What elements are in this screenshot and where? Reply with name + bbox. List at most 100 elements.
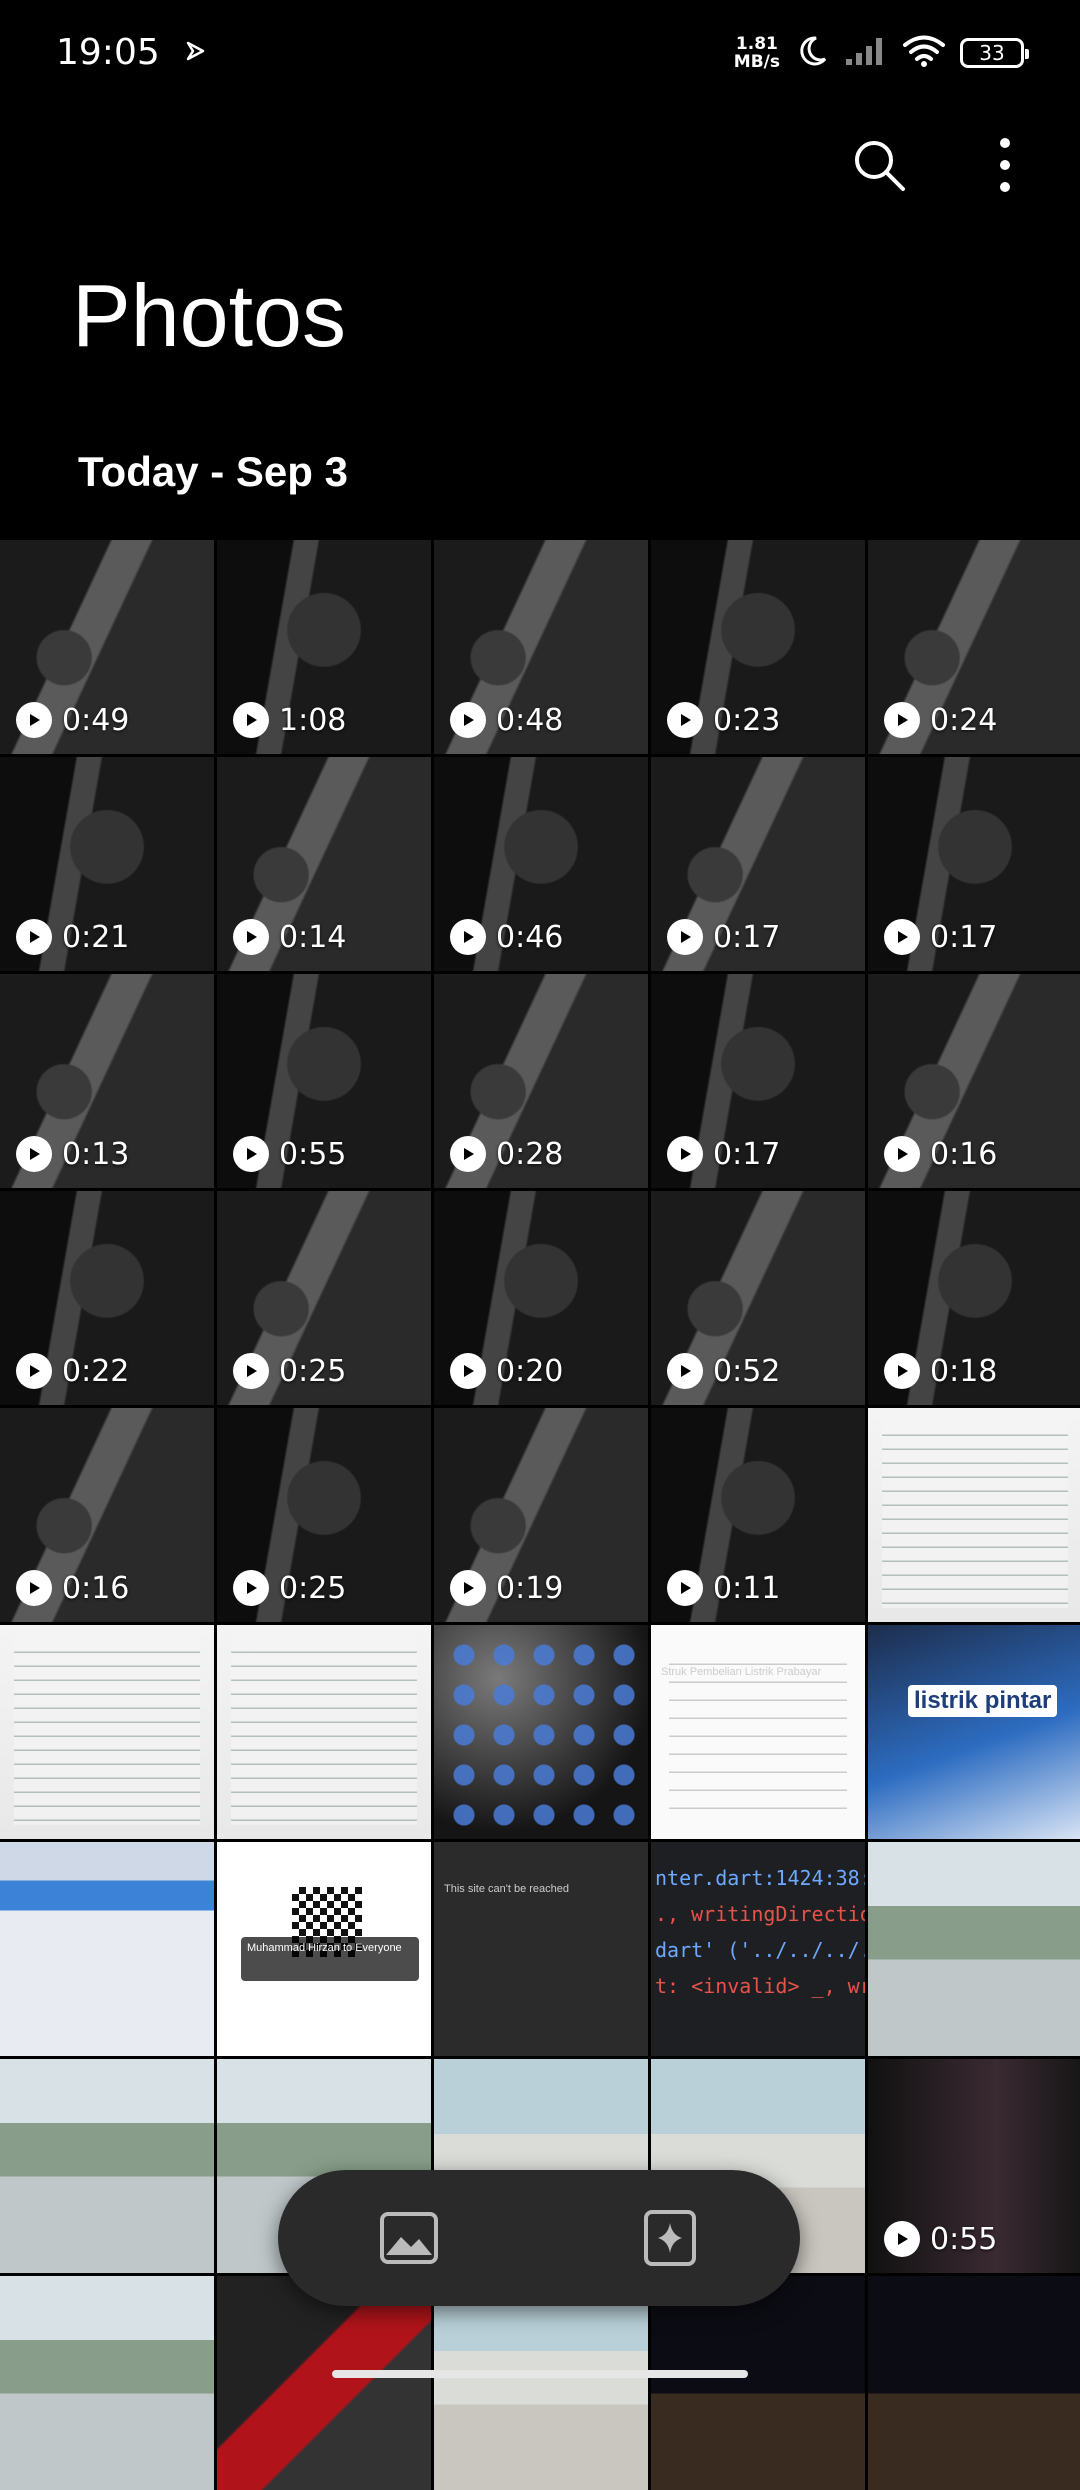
play-icon (884, 1136, 920, 1172)
app-icons-pattern (444, 1635, 638, 1829)
photo-thumbnail[interactable] (868, 2276, 1080, 2490)
play-icon (884, 1353, 920, 1389)
video-thumbnail[interactable]: 1:08 (217, 540, 431, 754)
photo-thumbnail[interactable] (434, 1625, 648, 1839)
duration-label: 0:46 (496, 919, 564, 955)
video-thumbnail[interactable]: 0:17 (651, 757, 865, 971)
photo-thumbnail[interactable] (217, 2276, 431, 2490)
play-icon (233, 702, 269, 738)
video-duration-badge: 0:25 (233, 1353, 346, 1389)
duration-label: 0:48 (496, 702, 564, 738)
play-icon (233, 1570, 269, 1606)
video-thumbnail[interactable]: 0:46 (434, 757, 648, 971)
page-title: Photos (72, 266, 346, 365)
photo-thumbnail[interactable]: listrik pintar (868, 1625, 1080, 1839)
duration-label: 0:25 (279, 1570, 347, 1606)
video-thumbnail[interactable]: 0:21 (0, 757, 214, 971)
photo-thumbnail[interactable]: nter.dart:1424:38: ., writingDirection da… (651, 1842, 865, 2056)
video-duration-badge: 0:17 (667, 1136, 780, 1172)
video-thumbnail[interactable]: 0:16 (868, 974, 1080, 1188)
video-duration-badge: 0:25 (233, 1570, 346, 1606)
video-thumbnail[interactable]: 0:17 (868, 757, 1080, 971)
photo-thumbnail[interactable] (868, 1408, 1080, 1622)
video-thumbnail[interactable]: 0:25 (217, 1191, 431, 1405)
video-thumbnail[interactable]: 0:17 (651, 974, 865, 1188)
video-duration-badge: 0:48 (450, 702, 563, 738)
more-options-button[interactable] (970, 130, 1040, 200)
video-thumbnail[interactable]: 0:49 (0, 540, 214, 754)
video-thumbnail[interactable]: 0:28 (434, 974, 648, 1188)
video-duration-badge: 0:52 (667, 1353, 780, 1389)
search-button[interactable] (844, 130, 914, 200)
video-duration-badge: 0:14 (233, 919, 346, 955)
video-thumbnail[interactable]: 0:19 (434, 1408, 648, 1622)
duration-label: 0:14 (279, 919, 347, 955)
photo-thumbnail[interactable] (0, 2059, 214, 2273)
video-thumbnail[interactable]: 0:24 (868, 540, 1080, 754)
code-line: dart' ('../../../.. (655, 1938, 865, 1962)
gesture-handle[interactable] (332, 2370, 748, 2378)
video-thumbnail[interactable]: 0:55 (217, 974, 431, 1188)
duration-label: 0:28 (496, 1136, 564, 1172)
duration-label: 0:16 (62, 1570, 130, 1606)
video-duration-badge: 0:11 (667, 1570, 780, 1606)
play-icon (16, 1570, 52, 1606)
video-thumbnail[interactable]: 0:22 (0, 1191, 214, 1405)
photo-thumbnail[interactable] (0, 1842, 214, 2056)
play-icon (233, 919, 269, 955)
section-date-header: Today - Sep 3 (78, 448, 348, 495)
video-thumbnail[interactable]: 0:18 (868, 1191, 1080, 1405)
photo-thumbnail[interactable]: Muhammad Hirzan to Everyone (217, 1842, 431, 2056)
search-icon (855, 141, 905, 191)
duration-label: 0:55 (930, 2221, 998, 2257)
play-icon (16, 702, 52, 738)
video-duration-badge: 0:13 (16, 1136, 129, 1172)
thumbnail-text: Muhammad Hirzan to Everyone (241, 1937, 419, 1981)
video-thumbnail[interactable]: 0:48 (434, 540, 648, 754)
document-lines (882, 1422, 1068, 1608)
duration-label: 0:55 (279, 1136, 347, 1172)
top-actions (844, 130, 1040, 200)
photo-thumbnail[interactable]: This site can't be reached (434, 1842, 648, 2056)
wifi-icon (902, 34, 946, 72)
video-thumbnail[interactable]: 0:11 (651, 1408, 865, 1622)
photo-thumbnail[interactable] (217, 1625, 431, 1839)
play-icon (884, 2221, 920, 2257)
duration-label: 0:20 (496, 1353, 564, 1389)
bottom-nav (278, 2170, 800, 2306)
photo-thumbnail[interactable] (434, 2276, 648, 2490)
video-thumbnail[interactable]: 0:14 (217, 757, 431, 971)
video-thumbnail[interactable]: 0:55 (868, 2059, 1080, 2273)
moon-icon (794, 33, 830, 73)
video-thumbnail[interactable]: 0:13 (0, 974, 214, 1188)
more-vertical-icon (1000, 138, 1010, 192)
collections-tab[interactable] (630, 2198, 710, 2278)
photo-thumbnail[interactable] (0, 1625, 214, 1839)
photos-tab[interactable] (369, 2198, 449, 2278)
video-duration-badge: 0:19 (450, 1570, 563, 1606)
video-duration-badge: 0:55 (233, 1136, 346, 1172)
photo-thumbnail[interactable] (868, 1842, 1080, 2056)
network-speed-unit: MB/s (733, 51, 780, 72)
video-thumbnail[interactable]: 0:52 (651, 1191, 865, 1405)
battery-level: 33 (979, 40, 1005, 65)
play-icon (667, 702, 703, 738)
video-thumbnail[interactable]: 0:20 (434, 1191, 648, 1405)
play-icon (450, 919, 486, 955)
video-thumbnail[interactable]: 0:25 (217, 1408, 431, 1622)
video-duration-badge: 0:17 (667, 919, 780, 955)
duration-label: 1:08 (279, 702, 347, 738)
video-thumbnail[interactable]: 0:16 (0, 1408, 214, 1622)
code-snippet: nter.dart:1424:38: ., writingDirection da… (655, 1860, 865, 2004)
photo-thumbnail[interactable]: Struk Pembelian Listrik Prabayar (651, 1625, 865, 1839)
video-thumbnail[interactable]: 0:23 (651, 540, 865, 754)
photo-thumbnail[interactable] (651, 2276, 865, 2490)
photo-thumbnail[interactable] (0, 2276, 214, 2490)
duration-label: 0:16 (930, 1136, 998, 1172)
image-icon (379, 2212, 438, 2264)
video-duration-badge: 0:16 (884, 1136, 997, 1172)
duration-label: 0:17 (713, 919, 781, 955)
duration-label: 0:25 (279, 1353, 347, 1389)
video-duration-badge: 0:20 (450, 1353, 563, 1389)
play-icon (667, 919, 703, 955)
